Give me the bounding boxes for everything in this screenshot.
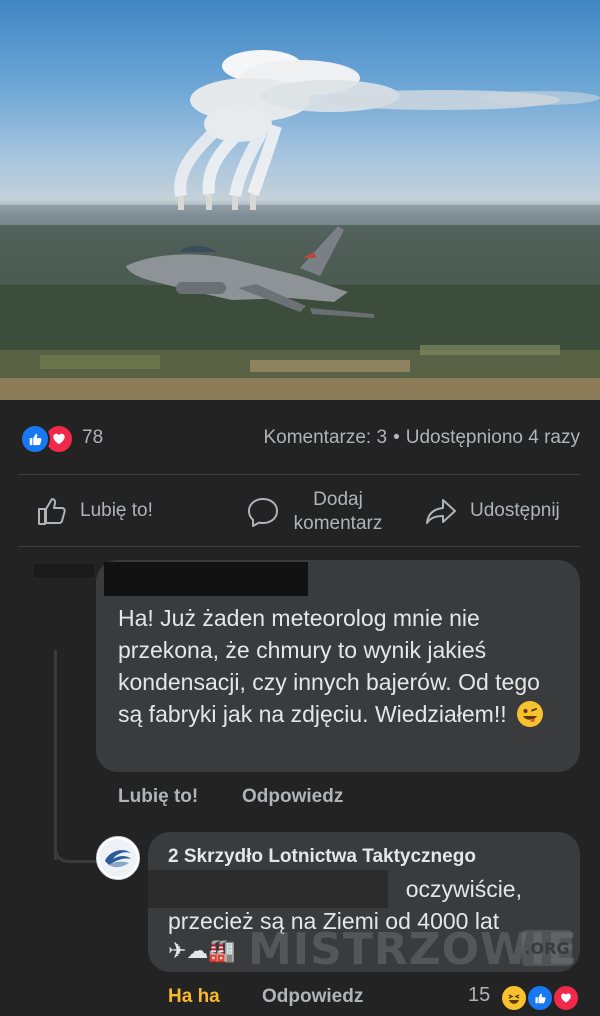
divider	[18, 546, 580, 547]
reply-emoji-line: ✈☁🏭	[168, 938, 236, 963]
avatar-logo-icon	[99, 839, 137, 877]
like-reaction-icon[interactable]	[20, 424, 50, 454]
comment-text-content: Ha! Już żaden meteorolog mnie nie przeko…	[118, 605, 540, 727]
comments-count-link[interactable]: Komentarze: 3	[263, 427, 387, 448]
divider	[18, 474, 580, 475]
shares-count-link[interactable]: Udostępniono 4 razy	[406, 427, 580, 448]
comment-label-line2: komentarz	[293, 513, 383, 534]
share-button[interactable]: Udostępnij	[424, 496, 560, 526]
redacted-avatar	[34, 564, 94, 578]
comment-button-label: Dodaj komentarz	[284, 488, 392, 536]
comments-shares-summary: Komentarze: 3 • Udostępniono 4 razy	[263, 427, 580, 449]
like-reaction-icon[interactable]	[526, 984, 554, 1012]
comment-reply-button[interactable]: Odpowiedz	[242, 786, 343, 808]
comment-icon	[248, 498, 278, 527]
separator: •	[393, 427, 400, 448]
redacted-author-name	[104, 562, 308, 596]
love-reaction-icon[interactable]	[552, 984, 580, 1012]
like-button-label: Lubię to!	[80, 500, 153, 521]
redacted-text	[148, 870, 388, 908]
post-action-bar: Lubię to! Dodaj komentarz Udostępnij	[0, 476, 600, 546]
thread-connector	[54, 838, 97, 863]
comment-like-button[interactable]: Lubię to!	[118, 786, 198, 808]
thumbs-up-icon	[38, 498, 66, 525]
reply-reply-button[interactable]: Odpowiedz	[262, 986, 363, 1008]
comment-button[interactable]: Dodaj komentarz	[246, 488, 392, 536]
share-button-label: Udostępnij	[470, 500, 560, 521]
share-icon	[426, 499, 456, 524]
watermark-suffix: .ORG	[522, 930, 572, 966]
reply-haha-button[interactable]: Ha ha	[168, 986, 220, 1008]
post-photo[interactable]	[0, 0, 600, 400]
like-button[interactable]: Lubię to!	[36, 496, 153, 526]
reply-reaction-count[interactable]: 15	[468, 984, 490, 1007]
reply-text-line1: oczywiście,	[405, 876, 522, 902]
haha-reaction-icon[interactable]	[500, 984, 528, 1012]
avatar[interactable]	[96, 836, 140, 880]
thread-line	[54, 650, 57, 860]
comment-author-name[interactable]: 2 Skrzydło Lotnictwa Taktycznego	[168, 846, 560, 868]
comment-label-line1: Dodaj	[313, 489, 363, 510]
wink-emoji-icon	[517, 701, 543, 727]
jet-photo-illustration	[0, 50, 600, 400]
post-stats: 78 Komentarze: 3 • Udostępniono 4 razy	[0, 400, 600, 474]
comment-text: Ha! Już żaden meteorolog mnie nie przeko…	[118, 602, 562, 730]
reaction-count[interactable]: 78	[82, 427, 103, 449]
